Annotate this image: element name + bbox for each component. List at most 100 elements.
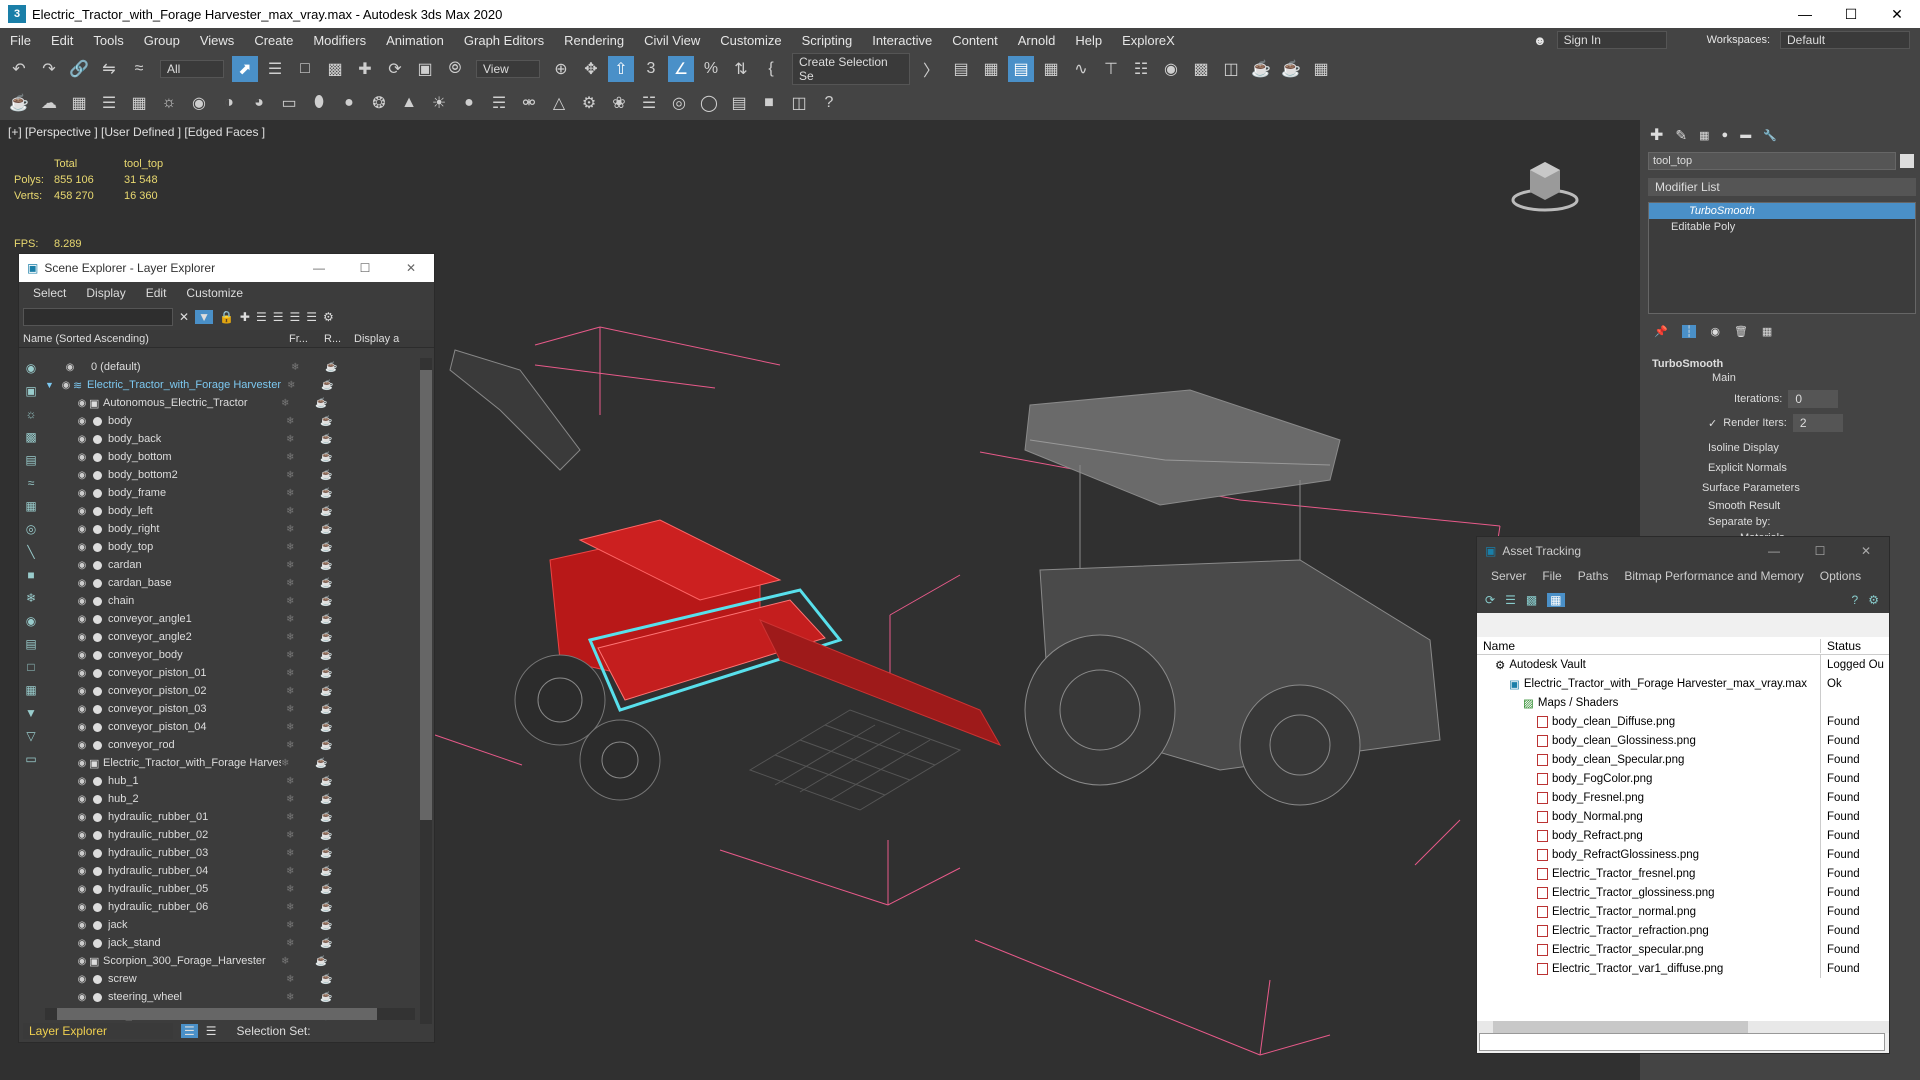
move-icon[interactable]: ✚	[352, 56, 378, 82]
renderable-teapot-icon[interactable]: ☕	[320, 920, 350, 931]
scene-tree-row[interactable]: ◉ hydraulic_rubber_04 ❄ ☕	[45, 862, 415, 880]
scene-tree-row[interactable]: ◉ steering_wheel ❄ ☕	[45, 988, 415, 1006]
render-iters-checkbox[interactable]: ✓	[1708, 417, 1717, 430]
cone-icon[interactable]: ▲	[396, 90, 422, 116]
viewport-label[interactable]: [+] [Perspective ] [User Defined ] [Edge…	[8, 125, 265, 139]
reference-coord-dropdown[interactable]: View	[476, 60, 540, 78]
scene-tree-row[interactable]: ◉ conveyor_piston_02 ❄ ☕	[45, 682, 415, 700]
select-object-icon[interactable]: ⬈	[232, 56, 258, 82]
scene-tree-hscrollbar[interactable]	[45, 1008, 415, 1020]
freeze-icon[interactable]: ❄	[286, 740, 320, 751]
ellipse-icon[interactable]: ⬮	[306, 90, 332, 116]
display-spacewarps-icon[interactable]: ≈	[21, 476, 41, 496]
freeze-icon[interactable]: ❄	[286, 920, 320, 931]
unlink-icon[interactable]: ⇋	[96, 56, 122, 82]
freeze-icon[interactable]: ❄	[291, 362, 325, 373]
visibility-eye-icon[interactable]: ◉	[75, 992, 89, 1003]
renderable-teapot-icon[interactable]: ☕	[320, 632, 350, 643]
environment-icon[interactable]: ◎	[666, 90, 692, 116]
image-icon[interactable]: ▦	[66, 90, 92, 116]
visibility-eye-icon[interactable]: ◉	[75, 524, 89, 535]
freeze-icon[interactable]: ❄	[286, 812, 320, 823]
layer-hierarchy-icon[interactable]: ☰	[290, 310, 301, 324]
scene-tree-row[interactable]: ◉ conveyor_piston_04 ❄ ☕	[45, 718, 415, 736]
scene-tree-row[interactable]: ◉ hydraulic_rubber_02 ❄ ☕	[45, 826, 415, 844]
menu-customize[interactable]: Customize	[710, 33, 791, 48]
renderable-teapot-icon[interactable]: ☕	[320, 470, 350, 481]
freeze-icon[interactable]: ❄	[287, 380, 321, 391]
freeze-icon[interactable]: ❄	[286, 470, 320, 481]
renderable-teapot-icon[interactable]: ☕	[321, 380, 351, 391]
menu-modifiers[interactable]: Modifiers	[303, 33, 376, 48]
render-production-icon[interactable]: ☕	[1248, 56, 1274, 82]
visibility-eye-icon[interactable]: ◉	[75, 830, 89, 841]
scene-tree-row[interactable]: ◉ conveyor_body ❄ ☕	[45, 646, 415, 664]
renderable-teapot-icon[interactable]: ☕	[320, 812, 350, 823]
vault-settings-icon[interactable]: ⚙	[1868, 593, 1879, 607]
material-editor-icon[interactable]: ◉	[1158, 56, 1184, 82]
freeze-icon[interactable]: ❄	[286, 686, 320, 697]
ribbon-icon[interactable]: ▦	[1038, 56, 1064, 82]
renderable-teapot-icon[interactable]: ☕	[320, 974, 350, 985]
visibility-eye-icon[interactable]: ◉	[75, 650, 89, 661]
asset-tracking-titlebar[interactable]: ▣ Asset Tracking — ☐ ✕	[1477, 537, 1889, 565]
freeze-icon[interactable]: ❄	[286, 704, 320, 715]
asset-path-field[interactable]	[1479, 1033, 1885, 1051]
scene-tree-row[interactable]: ◉ conveyor_angle2 ❄ ☕	[45, 628, 415, 646]
menu-create[interactable]: Create	[244, 33, 303, 48]
hierarchy-mode-icon[interactable]: ☰	[206, 1024, 217, 1038]
hair-icon[interactable]: ☱	[636, 90, 662, 116]
make-unique-icon[interactable]: ◉	[1710, 325, 1720, 338]
at-menu-bitmap-performance-and-memory[interactable]: Bitmap Performance and Memory	[1624, 569, 1803, 583]
ball-icon[interactable]: ●	[456, 90, 482, 116]
plant-icon[interactable]: ❀	[606, 90, 632, 116]
scene-search-input[interactable]	[23, 308, 173, 326]
asset-name-header[interactable]: Name	[1477, 639, 1820, 653]
list-icon[interactable]: ☰	[96, 90, 122, 116]
column-display-header[interactable]: Display a	[354, 333, 404, 345]
freeze-icon[interactable]: ❄	[286, 452, 320, 463]
renderable-teapot-icon[interactable]: ☕	[320, 902, 350, 913]
percent-snap-icon[interactable]: %	[698, 56, 724, 82]
asset-row[interactable]: ▣ Electric_Tractor_with_Forage Harvester_…	[1477, 674, 1889, 693]
help-icon[interactable]: ?	[816, 90, 842, 116]
asset-row[interactable]: body_FogColor.png Found	[1477, 769, 1889, 788]
vray-sphere-icon[interactable]: ◯	[696, 90, 722, 116]
angle-snap-icon[interactable]: ∠	[668, 56, 694, 82]
align-icon[interactable]: ▤	[948, 56, 974, 82]
edit-named-selection-icon[interactable]: {	[758, 56, 784, 82]
vray-frame-buffer-icon[interactable]: ▤	[726, 90, 752, 116]
vault-help-icon[interactable]: ?	[1852, 593, 1859, 607]
show-end-result-icon[interactable]: ┆	[1681, 324, 1697, 338]
selection-filter-dropdown[interactable]: All	[160, 60, 224, 78]
modify-tab-icon[interactable]: ✎	[1675, 127, 1687, 144]
visibility-eye-icon[interactable]: ◉	[75, 398, 89, 409]
scene-tree-row[interactable]: ◉ conveyor_piston_01 ❄ ☕	[45, 664, 415, 682]
freeze-icon[interactable]: ❄	[286, 668, 320, 679]
modifier-list-dropdown[interactable]: Modifier List	[1648, 178, 1916, 196]
at-close-button[interactable]: ✕	[1843, 544, 1889, 558]
mesh-clipper-icon[interactable]: △	[546, 90, 572, 116]
filter-icon[interactable]: ▼	[195, 310, 213, 324]
scene-tree-row[interactable]: ◉ hub_2 ❄ ☕	[45, 790, 415, 808]
renderable-teapot-icon[interactable]: ☕	[320, 776, 350, 787]
at-menu-options[interactable]: Options	[1820, 569, 1861, 583]
iterations-spinner[interactable]: 0	[1788, 390, 1839, 408]
bind-spacewarp-icon[interactable]: ≈	[126, 56, 152, 82]
cloud-icon[interactable]: ☁	[36, 90, 62, 116]
smooth-result-checkbox[interactable]: Smooth Result	[1644, 500, 1920, 512]
object-color-swatch[interactable]	[1900, 154, 1914, 168]
dome-icon[interactable]: ◕	[246, 90, 272, 116]
asset-row[interactable]: Electric_Tractor_fresnel.png Found	[1477, 864, 1889, 883]
rendered-frame-icon[interactable]: ◫	[1218, 56, 1244, 82]
light-icon[interactable]: ☼	[156, 90, 182, 116]
at-menu-file[interactable]: File	[1542, 569, 1561, 583]
place-icon[interactable]: ⦾	[442, 56, 468, 82]
at-maximize-button[interactable]: ☐	[1797, 544, 1843, 558]
renderable-teapot-icon[interactable]: ☕	[320, 686, 350, 697]
scene-tree-row[interactable]: ◉ body_back ❄ ☕	[45, 430, 415, 448]
camera-icon[interactable]: ◉	[186, 90, 212, 116]
menu-content[interactable]: Content	[942, 33, 1008, 48]
renderable-teapot-icon[interactable]: ☕	[320, 614, 350, 625]
display-frozen-icon[interactable]: ❄	[21, 591, 41, 611]
